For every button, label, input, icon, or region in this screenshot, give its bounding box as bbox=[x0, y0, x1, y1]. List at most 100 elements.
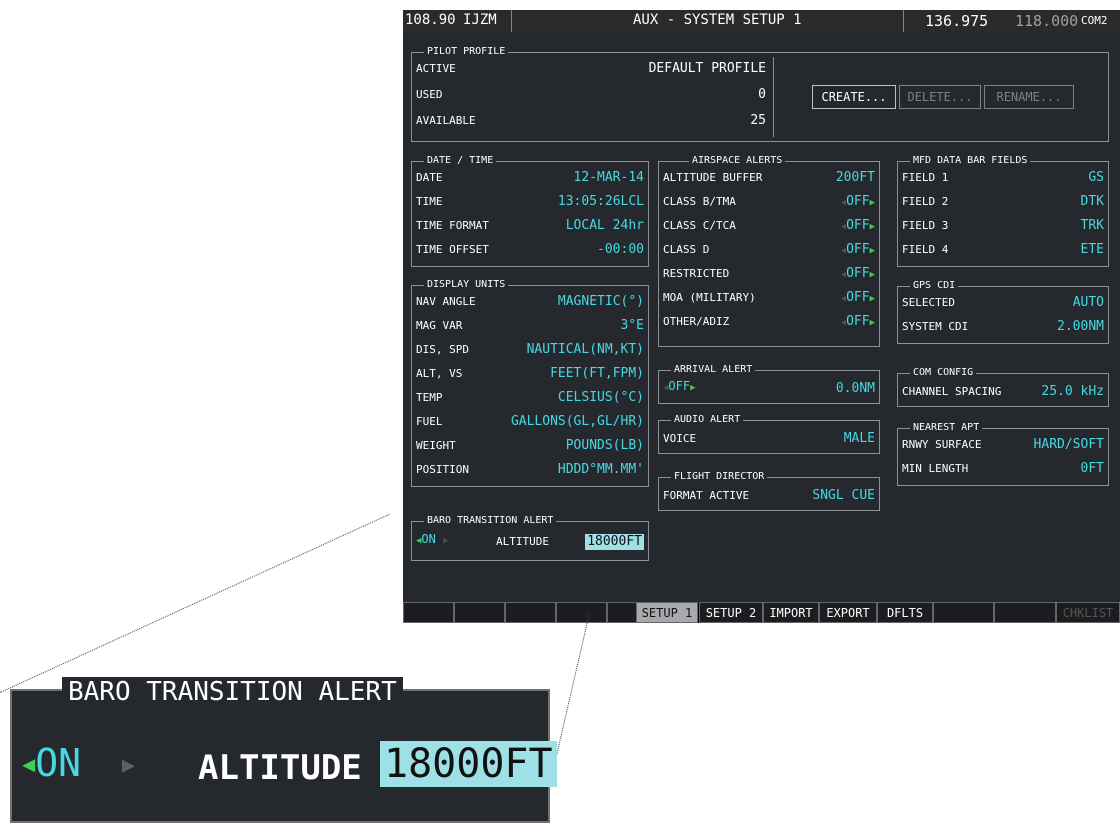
delete-button[interactable]: DELETE... bbox=[899, 85, 981, 109]
class-b-row: CLASS B/TMA ◀OFF▶ bbox=[663, 192, 875, 212]
softkey-4[interactable] bbox=[556, 602, 607, 623]
baro-transition-row: ◀ON ▶ ALTITUDE 18000FT bbox=[416, 532, 644, 550]
baro-zoom-title: BARO TRANSITION ALERT bbox=[62, 677, 403, 707]
arrow-left-icon: ◀ bbox=[22, 752, 36, 778]
profile-used-value: 0 bbox=[758, 87, 766, 102]
temp-row: TEMP CELSIUS(°C) bbox=[416, 388, 644, 408]
format-active-value[interactable]: SNGL CUE bbox=[812, 486, 875, 506]
channel-spacing-value[interactable]: 25.0 kHz bbox=[1041, 382, 1104, 402]
arrow-right-icon: ▶ bbox=[869, 222, 875, 232]
cdi-selected-value[interactable]: AUTO bbox=[1073, 293, 1104, 313]
system-setup-page: PILOT PROFILE ACTIVE DEFAULT PROFILE USE… bbox=[403, 32, 1120, 602]
altitude-buffer-value[interactable]: 200FT bbox=[836, 168, 875, 188]
class-d-row: CLASS D ◀OFF▶ bbox=[663, 240, 875, 260]
format-active-row: FORMAT ACTIVE SNGL CUE bbox=[663, 486, 875, 506]
class-c-row: CLASS C/TCA ◀OFF▶ bbox=[663, 216, 875, 236]
alt-vs-value[interactable]: FEET(FT,FPM) bbox=[550, 364, 644, 384]
rnwy-surface-row: RNWY SURFACE HARD/SOFT bbox=[902, 435, 1104, 455]
rnwy-surface-value[interactable]: HARD/SOFT bbox=[1034, 435, 1104, 455]
alt-vs-row: ALT, VS FEET(FT,FPM) bbox=[416, 364, 644, 384]
temp-value[interactable]: CELSIUS(°C) bbox=[558, 388, 644, 408]
moa-row: MOA (MILITARY) ◀OFF▶ bbox=[663, 288, 875, 308]
profile-active-value[interactable]: DEFAULT PROFILE bbox=[649, 59, 766, 79]
softkey-1[interactable] bbox=[403, 602, 454, 623]
softkey-export[interactable]: EXPORT bbox=[819, 602, 877, 623]
gps-cdi-title: GPS CDI bbox=[910, 279, 959, 293]
time-value[interactable]: 13:05:26LCL bbox=[558, 192, 644, 212]
min-length-value[interactable]: 0FT bbox=[1081, 459, 1104, 479]
fuel-row: FUEL GALLONS(GL,GL/HR) bbox=[416, 412, 644, 432]
nearest-apt-box: NEAREST APT RNWY SURFACE HARD/SOFT MIN LE… bbox=[897, 421, 1109, 486]
system-cdi-value: 2.00NM bbox=[1057, 319, 1104, 334]
restricted-row: RESTRICTED ◀OFF▶ bbox=[663, 264, 875, 284]
softkey-dflts[interactable]: DFLTS bbox=[877, 602, 933, 623]
profile-used-row: USED 0 bbox=[416, 85, 766, 105]
field-3-value[interactable]: TRK bbox=[1081, 216, 1104, 236]
date-value[interactable]: 12-MAR-14 bbox=[574, 168, 644, 188]
field-1-value[interactable]: GS bbox=[1088, 168, 1104, 188]
softkey-blank-2[interactable] bbox=[994, 602, 1056, 623]
baro-zoom-state-selector[interactable]: ◀ON ▶ bbox=[22, 733, 135, 796]
position-row: POSITION HDDD°MM.MM' bbox=[416, 460, 644, 480]
dis-spd-value[interactable]: NAUTICAL(NM,KT) bbox=[527, 340, 644, 360]
mag-var-value[interactable]: 3°E bbox=[621, 316, 644, 336]
softkey-3[interactable] bbox=[505, 602, 556, 623]
nav-angle-row: NAV ANGLE MAGNETIC(°) bbox=[416, 292, 644, 312]
restricted-toggle[interactable]: ◀OFF▶ bbox=[841, 264, 875, 285]
baro-zoom-altitude-value[interactable]: 18000FT bbox=[380, 741, 557, 787]
dis-spd-row: DIS, SPD NAUTICAL(NM,KT) bbox=[416, 340, 644, 360]
field-4-row: FIELD 4 ETE bbox=[902, 240, 1104, 260]
nearest-apt-title: NEAREST APT bbox=[910, 421, 983, 435]
softkey-2[interactable] bbox=[454, 602, 505, 623]
softkey-chklist[interactable]: CHKLIST bbox=[1056, 602, 1120, 623]
arrow-right-icon: ▶ bbox=[869, 318, 875, 328]
cdi-selected-row: SELECTED AUTO bbox=[902, 293, 1104, 313]
flight-director-title: FLIGHT DIRECTOR bbox=[671, 470, 768, 484]
arrow-right-icon: ▶ bbox=[690, 383, 696, 393]
arrow-right-icon: ▶ bbox=[869, 246, 875, 256]
voice-row: VOICE MALE bbox=[663, 429, 875, 449]
class-c-toggle[interactable]: ◀OFF▶ bbox=[841, 216, 875, 237]
pilot-profile-title: PILOT PROFILE bbox=[424, 45, 509, 59]
arrow-right-icon: ▶ bbox=[443, 536, 449, 546]
arrival-alert-title: ARRIVAL ALERT bbox=[671, 363, 756, 377]
position-value[interactable]: HDDD°MM.MM' bbox=[558, 460, 644, 480]
airspace-alerts-title: AIRSPACE ALERTS bbox=[689, 154, 786, 168]
field-2-row: FIELD 2 DTK bbox=[902, 192, 1104, 212]
min-length-row: MIN LENGTH 0FT bbox=[902, 459, 1104, 479]
voice-value[interactable]: MALE bbox=[844, 429, 875, 449]
create-button[interactable]: CREATE... bbox=[812, 85, 896, 109]
moa-toggle[interactable]: ◀OFF▶ bbox=[841, 288, 875, 309]
class-b-toggle[interactable]: ◀OFF▶ bbox=[841, 192, 875, 213]
other-adiz-toggle[interactable]: ◀OFF▶ bbox=[841, 312, 875, 333]
time-format-value[interactable]: LOCAL 24hr bbox=[566, 216, 644, 236]
flight-director-box: FLIGHT DIRECTOR FORMAT ACTIVE SNGL CUE bbox=[658, 470, 880, 511]
page-title: AUX - SYSTEM SETUP 1 bbox=[633, 12, 802, 28]
field-2-value[interactable]: DTK bbox=[1081, 192, 1104, 212]
mfd-screen: 108.90 IJZM AUX - SYSTEM SETUP 1 136.975… bbox=[403, 10, 1120, 623]
weight-value[interactable]: POUNDS(LB) bbox=[566, 436, 644, 456]
softkey-setup-1[interactable]: SETUP 1 bbox=[636, 602, 698, 623]
nav-angle-value[interactable]: MAGNETIC(°) bbox=[558, 292, 644, 312]
time-offset-value[interactable]: -00:00 bbox=[597, 240, 644, 260]
mfd-data-bar-box: MFD DATA BAR FIELDS FIELD 1 GS FIELD 2 DTK… bbox=[897, 154, 1109, 267]
display-units-box: DISPLAY UNITS NAV ANGLE MAGNETIC(°) MAG V… bbox=[411, 278, 649, 487]
arrival-alert-toggle[interactable]: ◀OFF▶ bbox=[663, 379, 696, 393]
com-active-frequency: 136.975 bbox=[925, 12, 989, 30]
arrow-right-icon: ▶ bbox=[869, 270, 875, 280]
field-4-value[interactable]: ETE bbox=[1081, 240, 1104, 260]
baro-state-selector[interactable]: ◀ON ▶ bbox=[416, 532, 449, 546]
arrival-alert-distance[interactable]: 0.0NM bbox=[836, 379, 875, 399]
com-config-title: COM CONFIG bbox=[910, 366, 977, 380]
softkey-blank[interactable] bbox=[933, 602, 994, 623]
softkey-import[interactable]: IMPORT bbox=[763, 602, 819, 623]
time-row: TIME 13:05:26LCL bbox=[416, 192, 644, 212]
field-3-row: FIELD 3 TRK bbox=[902, 216, 1104, 236]
class-d-toggle[interactable]: ◀OFF▶ bbox=[841, 240, 875, 261]
altitude-buffer-row: ALTITUDE BUFFER 200FT bbox=[663, 168, 875, 188]
date-row: DATE 12-MAR-14 bbox=[416, 168, 644, 188]
fuel-value[interactable]: GALLONS(GL,GL/HR) bbox=[511, 412, 644, 432]
rename-button[interactable]: RENAME... bbox=[984, 85, 1074, 109]
baro-altitude-value[interactable]: 18000FT bbox=[585, 534, 644, 550]
softkey-setup-2[interactable]: SETUP 2 bbox=[699, 602, 763, 623]
